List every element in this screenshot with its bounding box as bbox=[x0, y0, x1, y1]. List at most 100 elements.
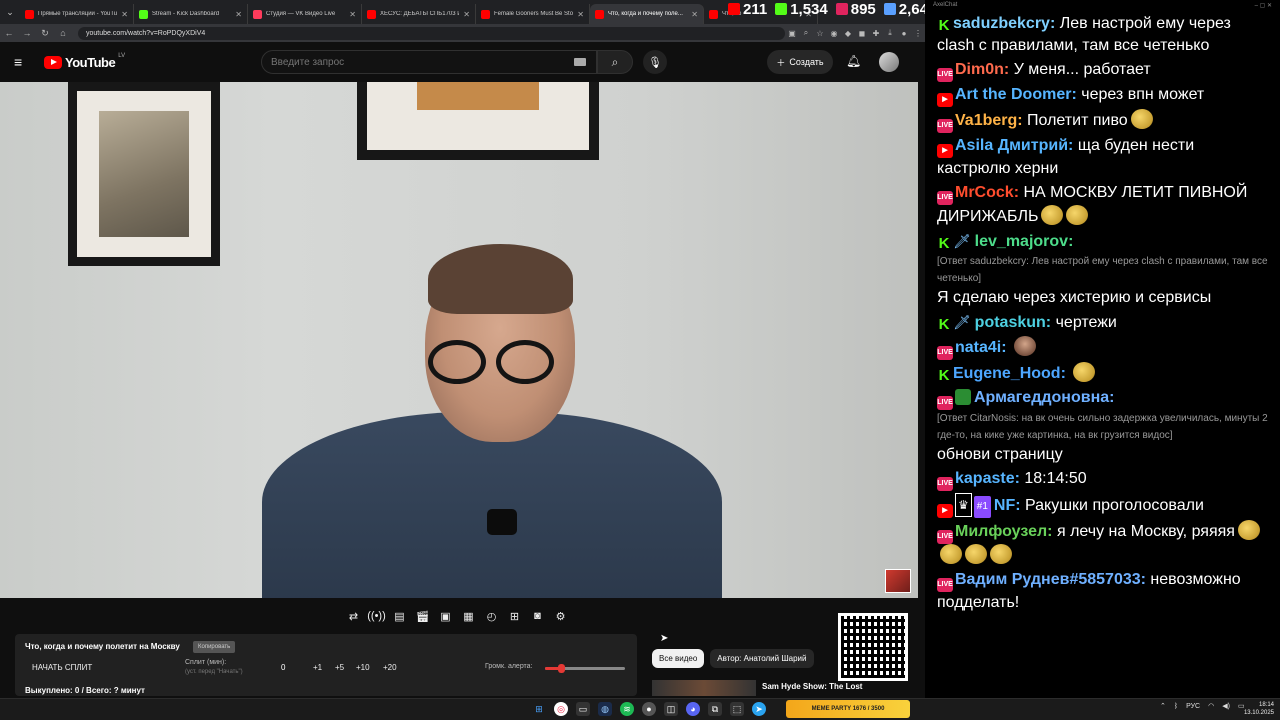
steam-icon[interactable]: ◍ bbox=[598, 702, 612, 716]
close-tab-icon[interactable]: ✕ bbox=[349, 10, 356, 19]
now-playing-widget[interactable]: MEME PARTY 1676 / 3500 bbox=[786, 700, 910, 718]
search-input[interactable] bbox=[271, 56, 574, 68]
channel-watermark[interactable] bbox=[885, 569, 911, 593]
bluetooth-icon[interactable]: ᛒ bbox=[1174, 703, 1178, 710]
download-icon[interactable]: ⤓ bbox=[883, 28, 897, 38]
spotify-icon[interactable]: ≋ bbox=[620, 702, 634, 716]
search-button[interactable]: ⌕ bbox=[597, 50, 633, 74]
volume-icon[interactable]: ◀) bbox=[1222, 702, 1230, 710]
picture-icon[interactable]: ▣ bbox=[437, 608, 454, 624]
add-20-button[interactable]: +20 bbox=[383, 663, 397, 672]
clapper-icon[interactable]: 🎬︎ bbox=[414, 608, 431, 624]
obs-icon[interactable]: ● bbox=[642, 702, 656, 716]
browser-tab[interactable]: Студия — VK Видео Live ✕ bbox=[248, 4, 362, 24]
chat-username[interactable]: lev_majorov bbox=[975, 233, 1068, 250]
tab-list-button[interactable]: ⌄ bbox=[0, 0, 20, 24]
recommended-title[interactable]: Sam Hyde Show: The Lost bbox=[762, 682, 862, 691]
chat-username[interactable]: Армагеддоновна bbox=[974, 389, 1109, 406]
add-5-button[interactable]: +5 bbox=[335, 663, 344, 672]
tray-overflow-icon[interactable]: ⌃ bbox=[1160, 702, 1166, 710]
chat-message: ▶ Asila Дмитрий: ща буден нести кастрюлю … bbox=[925, 134, 1280, 181]
extension-icon[interactable]: ◆ bbox=[841, 29, 855, 38]
film-strip-icon[interactable]: ▦ bbox=[460, 608, 477, 624]
chat-username[interactable]: MrCock bbox=[955, 184, 1014, 201]
browser-tab[interactable]: Female Gooners Must Be Stop... ✕ bbox=[476, 4, 590, 24]
chat-username[interactable]: potaskun bbox=[975, 314, 1046, 331]
close-tab-icon[interactable]: ✕ bbox=[577, 10, 584, 19]
zoom-icon[interactable]: ⌕ bbox=[799, 28, 813, 38]
account-avatar[interactable] bbox=[879, 52, 899, 72]
recommended-video[interactable]: Sam Hyde Show: The Lost bbox=[652, 680, 902, 696]
notifications-bell-icon[interactable]: 🔔︎ bbox=[846, 54, 861, 68]
search-box[interactable] bbox=[261, 50, 597, 74]
camera-icon[interactable]: ◙ bbox=[529, 608, 546, 624]
home-icon[interactable]: ⌂ bbox=[54, 28, 72, 38]
split-minutes-value[interactable]: 0 bbox=[281, 663, 285, 672]
loop-icon[interactable]: ⇄ bbox=[345, 608, 362, 624]
voice-search-button[interactable]: 🎙 bbox=[643, 50, 667, 74]
video-player[interactable] bbox=[0, 82, 918, 598]
extension-icon[interactable]: ▣ bbox=[785, 29, 799, 38]
file-explorer-icon[interactable]: ▭ bbox=[576, 702, 590, 716]
chat-username[interactable]: saduzbekcry bbox=[953, 15, 1050, 32]
chat-username[interactable]: Вадим Руднев#5857033 bbox=[955, 571, 1141, 588]
close-tab-icon[interactable]: ✕ bbox=[235, 10, 242, 19]
chat-username[interactable]: Art the Doomer bbox=[955, 86, 1071, 103]
browser-tab[interactable]: ХЕСУС: ДЕБАТЫ СПБ1703 И... ✕ bbox=[362, 4, 476, 24]
browser-tab[interactable]: Прямые трансляции - YouTube ✕ bbox=[20, 4, 134, 24]
close-tab-icon[interactable]: ✕ bbox=[463, 10, 470, 19]
close-tab-icon[interactable]: ✕ bbox=[121, 10, 128, 19]
app-icon[interactable]: ⧉ bbox=[708, 702, 722, 716]
back-icon[interactable]: ← bbox=[0, 28, 18, 38]
close-tab-icon[interactable]: ✕ bbox=[691, 10, 698, 19]
add-10-button[interactable]: +10 bbox=[356, 663, 370, 672]
recommended-thumbnail[interactable] bbox=[652, 680, 756, 696]
add-screen-icon[interactable]: ⊞ bbox=[506, 608, 523, 624]
chat-username[interactable]: Va1berg bbox=[955, 112, 1017, 129]
chrome-icon[interactable]: ◎ bbox=[554, 702, 568, 716]
chat-username[interactable]: Dim0n bbox=[955, 61, 1004, 78]
chat-username[interactable]: kapaste bbox=[955, 470, 1015, 487]
chat-username[interactable]: NF bbox=[994, 497, 1015, 514]
copy-button[interactable]: Копировать bbox=[193, 641, 236, 653]
puzzle-icon[interactable]: ✚ bbox=[869, 29, 883, 38]
chat-username[interactable]: Милфоузел bbox=[955, 523, 1047, 540]
chip-author[interactable]: Автор: Анатолий Шарий bbox=[710, 649, 814, 668]
start-split-button[interactable]: НАЧАТЬ СПЛИТ bbox=[32, 663, 92, 672]
keyboard-icon[interactable] bbox=[574, 58, 586, 66]
app-icon[interactable]: ⬚ bbox=[730, 702, 744, 716]
language-indicator[interactable]: РУС bbox=[1186, 703, 1200, 710]
url-field[interactable]: youtube.com/watch?v=RoPDQyXDiV4 bbox=[78, 26, 785, 40]
chat-username[interactable]: Asila Дмитрий bbox=[955, 137, 1068, 154]
chat-username[interactable]: Eugene_Hood bbox=[953, 365, 1061, 382]
profile-icon[interactable]: ● bbox=[897, 29, 911, 38]
screen-settings-icon[interactable]: ▤ bbox=[391, 608, 408, 624]
add-1-button[interactable]: +1 bbox=[313, 663, 322, 672]
broadcast-icon[interactable]: ((•)) bbox=[367, 608, 386, 624]
bookmark-star-icon[interactable]: ☆ bbox=[813, 29, 827, 38]
chat-username[interactable]: nata4i bbox=[955, 339, 1001, 356]
alert-volume-knob[interactable] bbox=[558, 664, 565, 673]
chip-all-videos[interactable]: Все видео bbox=[652, 649, 705, 668]
app-icon[interactable]: ◫ bbox=[664, 702, 678, 716]
wifi-icon[interactable]: ◠ bbox=[1208, 702, 1214, 710]
youtube-logo[interactable]: YouTube LV bbox=[44, 53, 125, 70]
hamburger-menu-icon[interactable]: ≡ bbox=[14, 54, 30, 70]
browser-tab[interactable]: Что, когда и почему поле... ✕ bbox=[590, 4, 704, 24]
extension-icon[interactable]: ◼ bbox=[855, 29, 869, 38]
start-menu-icon[interactable]: ⊞ bbox=[532, 702, 546, 716]
discord-icon[interactable]: ◕ bbox=[686, 702, 700, 716]
extension-icon[interactable]: ◉ bbox=[827, 29, 841, 38]
gear-icon[interactable]: ⚙ bbox=[552, 608, 569, 624]
menu-icon[interactable]: ⋮ bbox=[911, 29, 925, 38]
beer-emote-icon bbox=[1041, 205, 1064, 225]
system-clock[interactable]: 18:14 13.10.2025 bbox=[1244, 701, 1274, 717]
alert-volume-slider[interactable] bbox=[545, 664, 625, 673]
speed-icon[interactable]: ◴ bbox=[483, 608, 500, 624]
reload-icon[interactable]: ↻ bbox=[36, 28, 54, 39]
create-button[interactable]: ＋ Создать bbox=[767, 50, 833, 74]
telegram-icon[interactable]: ➤ bbox=[752, 702, 766, 716]
window-controls-icon[interactable]: – ▢ ✕ bbox=[1255, 2, 1272, 10]
forward-icon[interactable]: → bbox=[18, 28, 36, 38]
browser-tab[interactable]: Stream - Kick Dashboard ✕ bbox=[134, 4, 248, 24]
